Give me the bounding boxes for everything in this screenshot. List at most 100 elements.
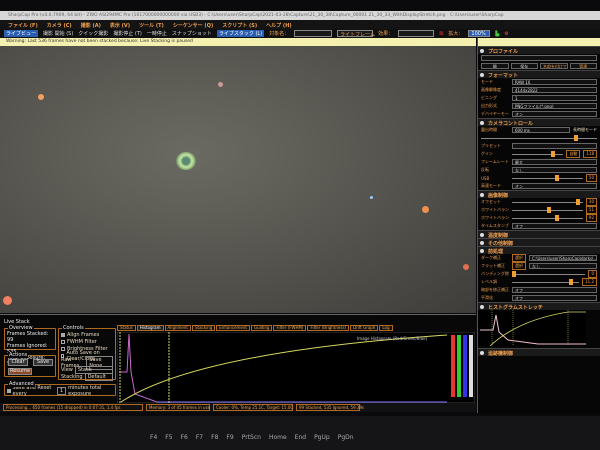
preset-select[interactable] (512, 143, 597, 149)
close-icon[interactable]: ⊠ (439, 31, 443, 37)
tab-filter-brightness[interactable]: Filter (Brightness) (307, 325, 350, 331)
smoothing-label: 平滑化 (481, 295, 493, 300)
red-level-bar[interactable] (451, 335, 455, 397)
tab-drift-graph[interactable]: Drift Graph (350, 325, 379, 331)
save-button[interactable]: Save (33, 359, 53, 366)
tab-status[interactable]: Status (117, 325, 136, 331)
live-stack-button[interactable]: ライブスタック (L) (216, 30, 265, 37)
lum-level-bar[interactable] (469, 335, 473, 397)
profile-manage-button[interactable]: 管理 (569, 63, 597, 69)
blue-level-bar[interactable] (463, 335, 467, 397)
usb-value[interactable]: 50 (585, 174, 597, 182)
clear-button[interactable]: Clear (8, 359, 28, 366)
tab-filter-fwhm[interactable]: Filter (FWHM) (273, 325, 307, 331)
menu-view[interactable]: 表示 (V) (110, 22, 130, 29)
profile-open-button[interactable]: 開 (481, 63, 509, 69)
target-input[interactable] (294, 30, 333, 37)
output-format-select[interactable]: PNGファイル(*.png) (512, 103, 597, 109)
profile-section[interactable]: プロファイル (478, 46, 600, 55)
level-slider[interactable] (512, 278, 580, 285)
bias-select[interactable]: オフ (512, 287, 597, 293)
dark-select[interactable]: C:\Users\user\SharpCap\darks\... (529, 255, 597, 261)
live-view-button[interactable]: ライブビュー (4, 30, 39, 37)
gain-value[interactable]: 118 (583, 150, 597, 158)
menu-file[interactable]: ファイル (F) (8, 22, 38, 29)
offset-slider[interactable] (512, 198, 583, 205)
flat-select-button[interactable]: 選択 (512, 262, 526, 270)
gain-slider[interactable] (512, 150, 564, 157)
format-section[interactable]: フォーマット (478, 70, 600, 79)
resolution-select[interactable]: 4144x2822 (512, 87, 597, 93)
long-mode-checkbox[interactable]: 長時間モード (573, 127, 597, 133)
menu-capture[interactable]: 撮影 (A) (81, 22, 101, 29)
save-reset-checkbox[interactable] (7, 388, 11, 393)
chart-icon[interactable]: ▙ (495, 31, 499, 37)
mode-select[interactable]: RAW 16 (512, 79, 597, 85)
menu-scripting[interactable]: スクリプト (S) (222, 22, 257, 29)
histogram-stretch-chart[interactable] (478, 310, 600, 347)
wb-red-slider[interactable] (512, 206, 583, 213)
wb-red-value[interactable]: 51 (585, 206, 597, 214)
binning-select[interactable]: 1 (512, 95, 597, 101)
camera-controls-section[interactable]: カメラコントロール (478, 118, 600, 127)
frame-type-select[interactable]: ライトフレーム (337, 30, 375, 38)
misc-controls-section[interactable]: その他制御 (478, 238, 600, 247)
flip-select[interactable]: なし (512, 167, 597, 173)
settings-icon[interactable]: ⚙ (504, 31, 508, 37)
wb-blue-slider[interactable] (512, 214, 583, 221)
menu-help[interactable]: ヘルプ (H) (266, 22, 292, 29)
live-stack-histogram[interactable]: Image Histogram (Red/Green/Blue) (117, 332, 475, 403)
zoom-select[interactable]: 100% (468, 30, 491, 37)
quick-capture-button[interactable]: クイック撮影 (78, 30, 108, 37)
tab-guiding[interactable]: Guiding (250, 325, 273, 331)
exposure-input[interactable]: 600 ms (512, 127, 570, 133)
preprocessing-section[interactable]: 前処理 (478, 246, 600, 255)
snapshot-button[interactable]: スナップショット (172, 30, 212, 37)
guiding-section[interactable]: 追跡機制御 (478, 348, 600, 357)
histogram-stretch-section[interactable]: ヒストグラムストレッチ (478, 302, 600, 311)
temperature-section[interactable]: 温度制御 (478, 230, 600, 239)
pause-button[interactable]: 一時停止 (147, 30, 167, 37)
tab-histogram[interactable]: Histogram (136, 325, 164, 331)
menu-camera[interactable]: カメラ (C) (47, 22, 72, 29)
high-speed-select[interactable]: オン (512, 183, 597, 189)
banding-value[interactable]: 0 (588, 270, 597, 278)
dark-select-button[interactable]: 選択 (512, 254, 526, 262)
wb-blue-value[interactable]: 92 (585, 214, 597, 222)
stacking-select[interactable]: Default (84, 372, 113, 381)
tab-enhancement[interactable]: Enhancement (216, 325, 250, 331)
start-capture-button[interactable]: 撮影 開始 (S) (43, 30, 73, 37)
align-frames-checkbox[interactable]: Align Frames (61, 331, 113, 338)
stop-capture-button[interactable]: 撮影停止 (T) (113, 30, 142, 37)
usb-slider[interactable] (512, 174, 583, 181)
exposure-slider[interactable] (481, 134, 597, 141)
fwhm-filter-checkbox[interactable]: FWHM Filter (61, 338, 113, 345)
level-value[interactable]: 11.2 (582, 278, 597, 286)
menu-sequencer[interactable]: シーケンサー (Q) (173, 22, 213, 29)
framerate-select[interactable]: 最大 (512, 159, 597, 165)
minutes-stepper[interactable]: 1 (56, 386, 67, 395)
camera-image[interactable] (0, 46, 476, 313)
timestamp-select[interactable]: オフ (512, 223, 597, 229)
gain-auto-button[interactable]: 自動 (566, 150, 581, 158)
tab-stacking[interactable]: Stacking (192, 325, 216, 331)
banding-slider[interactable] (512, 270, 586, 277)
smoothing-select[interactable]: オフ (512, 295, 597, 301)
profile-save-as-button[interactable]: 名前を付けて保存 (540, 63, 568, 69)
offset-value[interactable]: 30 (585, 198, 597, 206)
image-controls-section[interactable]: 画像制御 (478, 190, 600, 199)
menu-tools[interactable]: ツール (T) (139, 22, 164, 29)
resume-button[interactable]: Resume (8, 368, 32, 375)
gain-label: ゲイン (481, 151, 493, 156)
effect-select[interactable] (398, 30, 435, 37)
profile-select[interactable] (481, 55, 597, 61)
tab-alignment[interactable]: Alignment (164, 325, 191, 331)
debayer-select[interactable]: オン (512, 111, 597, 117)
flat-select[interactable]: なし (529, 263, 597, 269)
profile-save-button[interactable]: 保存 (510, 63, 538, 69)
star (370, 196, 373, 199)
exposure-label: 露出時間 (481, 127, 497, 132)
green-level-bar[interactable] (457, 335, 461, 397)
tab-log[interactable]: Log (379, 325, 393, 331)
overview-title: Overview (8, 325, 34, 331)
